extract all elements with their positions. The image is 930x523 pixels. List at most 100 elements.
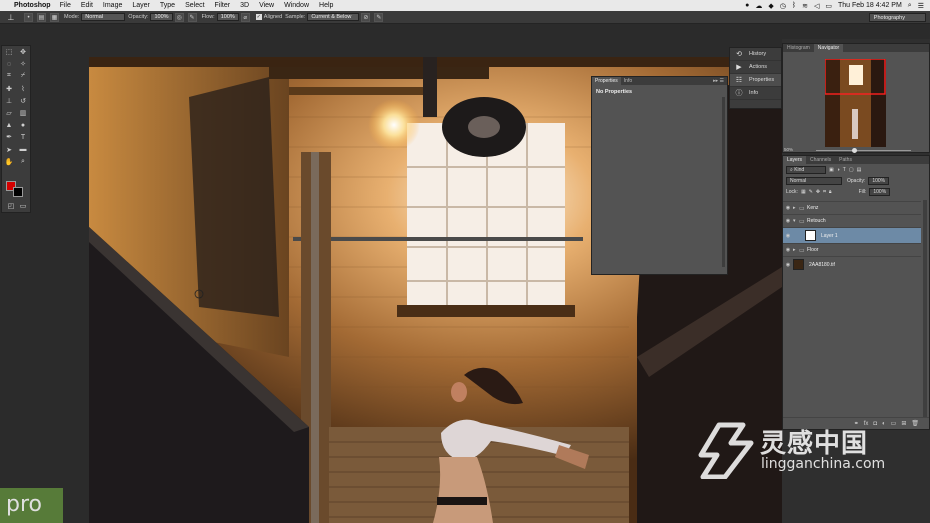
panel-menu-icon[interactable]: ▸▸ ☰	[713, 77, 724, 85]
marquee-tool-icon[interactable]: ⬚	[3, 48, 15, 56]
menu-layer[interactable]: Layer	[132, 2, 150, 9]
flow-field[interactable]: 100%	[216, 13, 239, 21]
history-panel-button[interactable]: ⟲ History	[730, 48, 781, 61]
type-tool-icon[interactable]: T	[17, 134, 29, 141]
path-select-tool-icon[interactable]: ➤	[3, 146, 15, 154]
layer-opacity-field[interactable]: 100%	[868, 176, 890, 185]
app-menu[interactable]: Photoshop	[14, 2, 51, 9]
info-panel-button[interactable]: ⓘ Info	[730, 87, 781, 100]
menu-image[interactable]: Image	[103, 2, 122, 9]
visibility-eye-icon[interactable]: ◉	[783, 218, 793, 224]
clone-source-button[interactable]: ▦	[50, 12, 59, 22]
new-layer-icon[interactable]: ⊞	[901, 420, 906, 427]
history-brush-tool-icon[interactable]: ↺	[17, 97, 29, 105]
menu-filter[interactable]: Filter	[215, 2, 231, 9]
brush-tool-icon[interactable]: ⌇	[17, 85, 29, 93]
tab-properties[interactable]: Properties	[592, 77, 621, 85]
lock-all-icon[interactable]: 🔒︎	[829, 189, 832, 195]
menu-window[interactable]: Window	[284, 2, 309, 9]
mode-dropdown[interactable]: Normal	[81, 13, 126, 21]
pressure-size-button[interactable]: ✎	[374, 12, 384, 22]
filter-smart-icon[interactable]: ▤	[857, 167, 862, 173]
clone-stamp-tool-icon[interactable]: ⊥	[3, 97, 15, 105]
filter-shape-icon[interactable]: ▢	[849, 167, 854, 173]
layer-name[interactable]: Floor	[807, 247, 818, 253]
bluetooth-icon[interactable]: ᛒ	[792, 2, 796, 9]
layer-row[interactable]: ◉ ▸ ▭ Kenz	[783, 201, 921, 214]
sample-dropdown[interactable]: Current & Below	[307, 13, 360, 21]
quick-select-tool-icon[interactable]: ✧	[17, 60, 29, 68]
opacity-pressure-button[interactable]: ◎	[174, 12, 184, 22]
airbrush-toggle[interactable]: ✎	[187, 12, 197, 22]
delete-layer-icon[interactable]: 🗑︎	[911, 420, 919, 427]
layer-row[interactable]: ◉ 2AA8180.tif	[783, 256, 921, 272]
lock-position-icon[interactable]: ✥	[816, 189, 820, 195]
healing-brush-tool-icon[interactable]: ✚	[3, 85, 15, 93]
menu-file[interactable]: File	[60, 2, 71, 9]
hand-tool-icon[interactable]: ✋	[3, 158, 15, 166]
clone-stamp-tool-icon[interactable]: ⊥	[0, 13, 22, 22]
properties-scrollbar[interactable]	[722, 97, 725, 267]
layer-row[interactable]: ◉ ▸ ▭ Floor	[783, 243, 921, 256]
search-icon[interactable]: ⌕	[908, 2, 912, 10]
quick-mask-icon[interactable]: ◰	[5, 202, 17, 210]
layers-scrollbar[interactable]	[923, 200, 927, 422]
visibility-eye-icon[interactable]: ◉	[783, 247, 793, 253]
menu-select[interactable]: Select	[185, 2, 204, 9]
eyedropper-tool-icon[interactable]: ⌿	[17, 72, 29, 80]
layer-name[interactable]: Layer 1	[821, 233, 838, 239]
add-mask-icon[interactable]: ◘	[873, 421, 877, 427]
move-tool-icon[interactable]: ✥	[17, 48, 29, 56]
eraser-tool-icon[interactable]: ▱	[3, 109, 15, 117]
lasso-tool-icon[interactable]: ◌	[3, 61, 15, 68]
brush-panel-button[interactable]: ▤	[37, 12, 46, 22]
ignore-adjustment-layers-button[interactable]: ⊘	[361, 12, 371, 22]
tab-paths[interactable]: Paths	[835, 156, 856, 164]
properties-panel-button[interactable]: ☷ Properties	[730, 74, 781, 87]
menu-list-icon[interactable]: ☰	[918, 2, 924, 10]
tab-layers[interactable]: Layers	[783, 156, 807, 164]
volume-icon[interactable]: ◁	[814, 2, 819, 10]
background-color-swatch[interactable]	[13, 187, 23, 197]
blur-tool-icon[interactable]: ▲	[3, 122, 15, 129]
adjustment-layer-icon[interactable]: ◐	[882, 421, 886, 427]
fill-field[interactable]: 100%	[869, 187, 891, 196]
battery-icon[interactable]: ▭	[825, 2, 832, 10]
zoom-slider[interactable]	[816, 150, 911, 151]
layer-row[interactable]: ◉ ▾ ▭ Retouch	[783, 214, 921, 227]
zoom-tool-icon[interactable]: ⌕	[17, 158, 29, 166]
navigator-thumbnail[interactable]	[825, 59, 886, 147]
dropbox-icon[interactable]: ◆	[768, 2, 773, 10]
brush-preset-button[interactable]: •	[24, 12, 33, 22]
actions-panel-button[interactable]: ▶ Actions	[730, 61, 781, 74]
filter-adjustment-icon[interactable]: ◑	[837, 167, 840, 173]
filter-kind-dropdown[interactable]: ⌕ Kind	[786, 165, 826, 174]
blend-mode-dropdown[interactable]: Normal	[786, 176, 842, 185]
menu-edit[interactable]: Edit	[81, 2, 93, 9]
crop-tool-icon[interactable]: ⌗	[3, 72, 15, 80]
filter-pixel-icon[interactable]: ▣	[829, 167, 834, 173]
visibility-eye-icon[interactable]: ◉	[783, 205, 793, 211]
cloud-icon[interactable]: ☁	[755, 2, 762, 10]
layer-name[interactable]: Kenz	[807, 205, 818, 211]
clock-icon[interactable]: ◷	[780, 2, 786, 10]
menu-view[interactable]: View	[259, 2, 274, 9]
new-group-icon[interactable]: ▭	[891, 420, 897, 427]
visibility-eye-icon[interactable]: ◉	[783, 262, 793, 268]
lock-pixels-icon[interactable]: ✎	[809, 189, 813, 195]
tab-histogram[interactable]: Histogram	[783, 44, 814, 52]
airbrush-button[interactable]: ⌀	[240, 12, 250, 22]
dodge-tool-icon[interactable]: ●	[17, 122, 29, 129]
filter-type-icon[interactable]: T	[843, 167, 846, 173]
tab-navigator[interactable]: Navigator	[813, 44, 844, 52]
zoom-slider-knob[interactable]	[852, 148, 857, 153]
lock-artboard-icon[interactable]: ⌗	[823, 189, 826, 195]
pen-tool-icon[interactable]: ✒	[3, 133, 15, 141]
zoom-value[interactable]: 50%	[784, 147, 793, 152]
tab-channels[interactable]: Channels	[806, 156, 835, 164]
gradient-tool-icon[interactable]: ▥	[17, 109, 29, 117]
screen-mode-icon[interactable]: ▭	[17, 202, 29, 210]
opacity-field[interactable]: 100%	[150, 13, 173, 21]
shape-tool-icon[interactable]: ▬	[17, 146, 29, 153]
lock-transparency-icon[interactable]: ▦	[801, 189, 806, 195]
